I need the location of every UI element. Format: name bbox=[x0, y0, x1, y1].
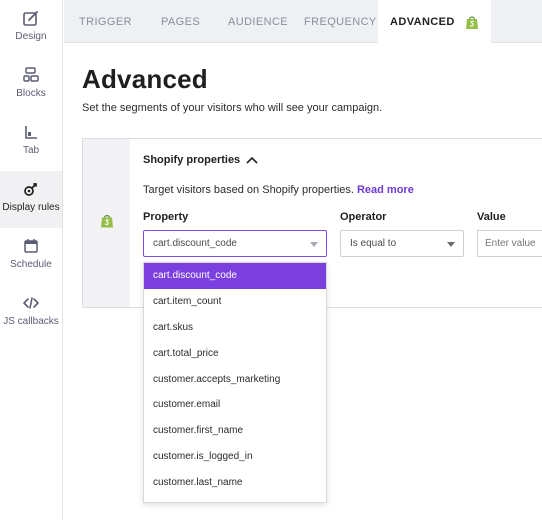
tab-audience[interactable]: AUDIENCE bbox=[228, 0, 288, 43]
section-description: Target visitors based on Shopify propert… bbox=[143, 184, 414, 196]
read-more-link[interactable]: Read more bbox=[357, 184, 414, 196]
dropdown-option[interactable]: customer.email bbox=[144, 392, 326, 418]
dropdown-option[interactable]: customer.first_name bbox=[144, 418, 326, 444]
section-toggle[interactable]: Shopify properties bbox=[143, 154, 258, 166]
display-rules-icon bbox=[22, 180, 40, 198]
section-heading: Shopify properties bbox=[143, 154, 241, 166]
sidebar-item-label: Schedule bbox=[10, 259, 52, 270]
page-title: Advanced bbox=[82, 64, 208, 94]
dropdown-option[interactable]: cart.skus bbox=[144, 315, 326, 341]
sidebar-item-label: JS callbacks bbox=[3, 316, 59, 327]
design-icon bbox=[22, 9, 40, 27]
sidebar-item-label: Design bbox=[15, 31, 47, 42]
sidebar-item-blocks[interactable]: Blocks bbox=[0, 57, 62, 114]
operator-label: Operator bbox=[340, 211, 387, 223]
property-select[interactable]: cart.discount_code bbox=[143, 230, 327, 257]
tab-frequency[interactable]: FREQUENCY bbox=[304, 0, 377, 43]
shopify-icon bbox=[100, 213, 114, 234]
sidebar-item-js-callbacks[interactable]: JS callbacks bbox=[0, 285, 62, 342]
chevron-down-icon bbox=[447, 242, 455, 247]
tab-label: TRIGGER bbox=[79, 15, 132, 28]
sidebar-item-schedule[interactable]: Schedule bbox=[0, 228, 62, 285]
dropdown-option[interactable]: customer.is_logged_in bbox=[144, 444, 326, 470]
property-label: Property bbox=[143, 211, 189, 223]
tab-label: ADVANCED bbox=[390, 16, 455, 28]
sidebar-item-design[interactable]: Design bbox=[0, 0, 62, 57]
property-select-value: cart.discount_code bbox=[153, 238, 237, 249]
operator-select[interactable]: Is equal to bbox=[340, 230, 464, 257]
tab-pages[interactable]: PAGES bbox=[161, 0, 200, 43]
description-text: Target visitors based on Shopify propert… bbox=[143, 184, 354, 196]
tab-bar: TRIGGER PAGES AUDIENCE FREQUENCY ADVANCE… bbox=[64, 0, 542, 44]
dropdown-option[interactable]: cart.total_price bbox=[144, 340, 326, 366]
sidebar-item-label: Blocks bbox=[16, 88, 46, 99]
panel-icon-strip bbox=[83, 139, 130, 307]
tab-icon bbox=[22, 123, 40, 141]
value-input[interactable] bbox=[477, 230, 542, 257]
dropdown-option[interactable]: cart.item_count bbox=[144, 289, 326, 315]
tab-label: AUDIENCE bbox=[228, 15, 289, 28]
chevron-down-icon bbox=[310, 242, 318, 247]
dropdown-option[interactable]: customer.accepts_marketing bbox=[144, 366, 326, 392]
dropdown-option[interactable]: customer.last_name bbox=[144, 469, 326, 495]
property-dropdown: cart.discount_code cart.item_count cart.… bbox=[143, 262, 327, 503]
dropdown-option[interactable]: cart.discount_code bbox=[144, 263, 326, 289]
tab-label: FREQUENCY bbox=[304, 15, 377, 28]
blocks-icon bbox=[22, 66, 40, 84]
code-icon bbox=[22, 294, 40, 312]
sidebar-item-display-rules[interactable]: Display rules bbox=[0, 171, 62, 228]
sidebar-item-label: Display rules bbox=[2, 202, 60, 213]
sidebar-item-label: Tab bbox=[22, 145, 40, 156]
tab-advanced[interactable]: ADVANCED bbox=[378, 0, 491, 44]
calendar-icon bbox=[22, 237, 40, 255]
value-label: Value bbox=[477, 211, 506, 223]
shopify-icon bbox=[465, 15, 479, 30]
tab-trigger[interactable]: TRIGGER bbox=[79, 0, 132, 43]
page-subtitle: Set the segments of your visitors who wi… bbox=[82, 102, 383, 114]
sidebar: Design Blocks Tab Display rules Schedule… bbox=[0, 0, 63, 520]
operator-select-value: Is equal to bbox=[350, 238, 397, 249]
chevron-up-icon bbox=[246, 156, 258, 164]
tab-label: PAGES bbox=[161, 15, 201, 28]
sidebar-item-tab[interactable]: Tab bbox=[0, 114, 62, 171]
